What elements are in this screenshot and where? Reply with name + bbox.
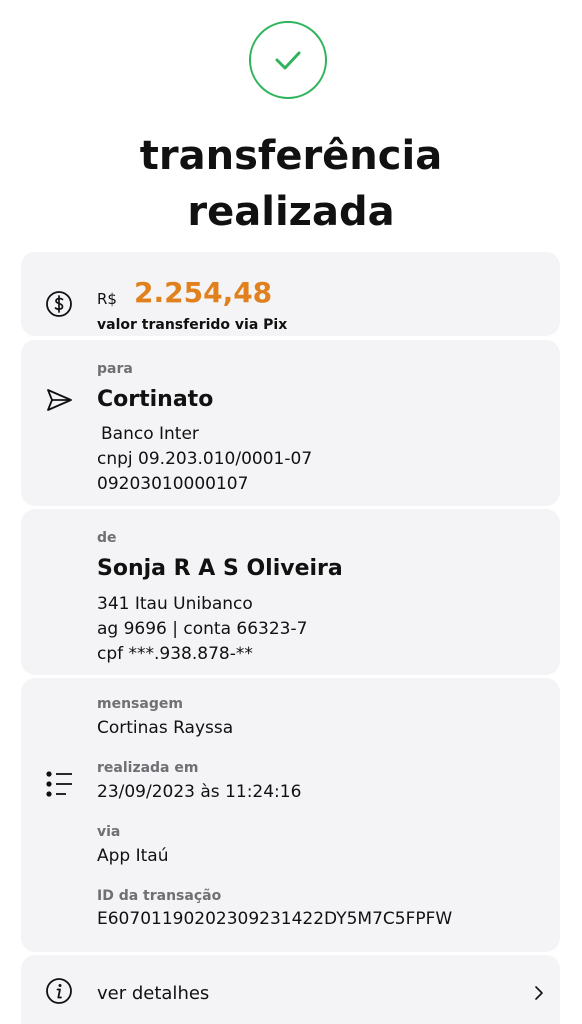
transaction-id-label: ID da transação [97, 888, 222, 904]
sender-label: de [97, 530, 117, 546]
currency-label: R$ [97, 290, 117, 308]
message-label: mensagem [97, 696, 183, 712]
message-value: Cortinas Rayssa [97, 718, 234, 738]
list-icon [46, 771, 72, 797]
view-details-row[interactable]: ver detalhes [21, 955, 560, 1024]
send-icon [47, 389, 72, 411]
page-title: transferência realizada [0, 128, 582, 240]
date-label: realizada em [97, 760, 199, 776]
via-label: via [97, 824, 121, 840]
transaction-info-card: mensagem Cortinas Rayssa realizada em 23… [21, 678, 560, 952]
transfer-amount: 2.254,48 [134, 276, 273, 309]
title-line-1: transferência [139, 133, 443, 179]
info-icon [46, 978, 72, 1004]
date-value: 23/09/2023 às 11:24:16 [97, 782, 302, 802]
sender-name: Sonja R A S Oliveira [97, 556, 343, 581]
amount-description: valor transferido via Pix [97, 317, 288, 333]
transaction-id-value: E60701190202309231422DY5M7C5FPFW [97, 909, 453, 929]
view-details-label: ver detalhes [97, 983, 210, 1004]
chevron-right-icon [535, 986, 543, 1000]
sender-card: de Sonja R A S Oliveira 341 Itau Unibanc… [21, 509, 560, 675]
sender-account: ag 9696 | conta 66323-7 [97, 619, 308, 639]
sender-bank: 341 Itau Unibanco [97, 594, 253, 614]
title-line-2: realizada [187, 189, 395, 235]
recipient-label: para [97, 361, 133, 377]
check-icon [275, 51, 301, 70]
success-check-badge [249, 21, 327, 99]
dollar-circle-icon [46, 291, 72, 317]
recipient-bank: Banco Inter [101, 424, 199, 444]
amount-card: R$ 2.254,48 valor transferido via Pix [21, 252, 560, 336]
recipient-document: cnpj 09.203.010/0001-07 [97, 449, 313, 469]
via-value: App Itaú [97, 846, 169, 866]
recipient-card: para Cortinato Banco Inter cnpj 09.203.0… [21, 340, 560, 506]
recipient-name: Cortinato [97, 387, 214, 412]
sender-document: cpf ***.938.878-** [97, 644, 253, 664]
recipient-account: 09203010000107 [97, 474, 249, 494]
